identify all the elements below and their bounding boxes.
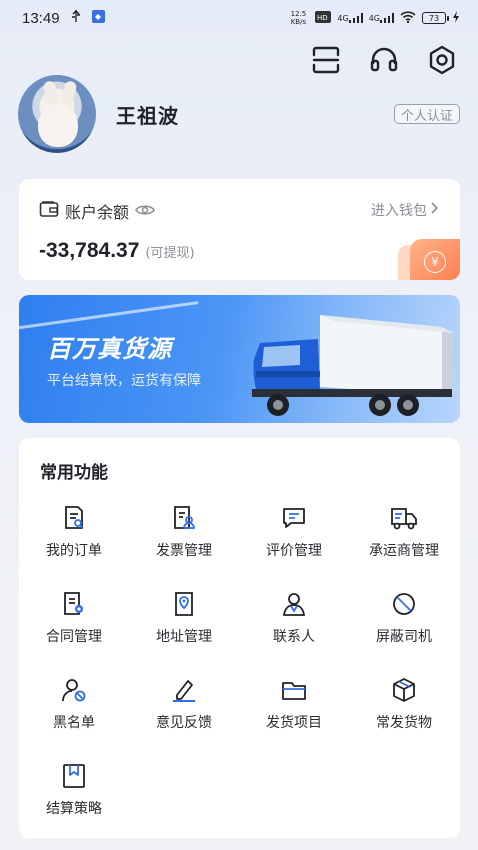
customer-service-icon[interactable]	[366, 42, 402, 78]
avatar[interactable]	[18, 75, 96, 153]
function-grid: 我的订单 发票管理 评价管理 承运商管理 合同管理 地址管理 联系人 屏蔽司机 …	[19, 504, 460, 822]
blacklist-icon	[60, 676, 88, 704]
username: 王祖波	[116, 103, 179, 128]
menu-label: 发货项目	[266, 715, 322, 731]
section-title: 常用功能	[40, 463, 108, 483]
menu-label: 联系人	[273, 629, 315, 645]
personal-cert-badge[interactable]: 个人认证	[393, 104, 460, 124]
project-icon	[280, 676, 308, 704]
menu-label: 屏蔽司机	[376, 629, 432, 645]
svg-text:HD: HD	[317, 14, 328, 22]
balance-card[interactable]: 账户余额 进入钱包 -33,784.37 (可提现) ¥	[19, 179, 460, 280]
menu-feedback[interactable]: 意见反馈	[129, 676, 239, 736]
net-speed: 12.5 KB/s	[290, 10, 307, 26]
usb-icon	[70, 9, 82, 27]
status-bar: 13:49 12.5 KB/s HD 4G 4G 73	[0, 0, 478, 36]
menu-label: 合同管理	[46, 629, 102, 645]
menu-settlement-strategy[interactable]: 结算策略	[19, 762, 129, 822]
balance-amount-row: -33,784.37 (可提现)	[39, 239, 195, 263]
address-icon	[170, 590, 198, 618]
review-icon	[280, 504, 308, 532]
contract-icon	[60, 590, 88, 618]
feedback-icon	[170, 676, 198, 704]
menu-carriers[interactable]: 承运商管理	[349, 504, 459, 564]
menu-label: 评价管理	[266, 543, 322, 559]
chevron-right-icon	[430, 202, 439, 218]
yuan-coin-icon: ¥	[424, 251, 446, 273]
scan-icon[interactable]	[308, 42, 344, 78]
wallet-link-label: 进入钱包	[371, 203, 427, 219]
banner-subtitle: 平台结算快，运货有保障	[47, 373, 201, 389]
menu-block-drivers[interactable]: 屏蔽司机	[349, 590, 459, 650]
invoice-icon	[170, 504, 198, 532]
menu-label: 结算策略	[46, 801, 102, 817]
contact-icon	[280, 590, 308, 618]
carrier-icon	[390, 504, 418, 532]
profile-header[interactable]: 王祖波 个人认证	[18, 74, 460, 154]
balance-amount: -33,784.37	[39, 239, 140, 262]
menu-common-cargo[interactable]: 常发货物	[349, 676, 459, 736]
menu-invoice[interactable]: 发票管理	[129, 504, 239, 564]
menu-label: 黑名单	[53, 715, 95, 731]
signal-1-icon: 4G	[337, 13, 363, 23]
promo-banner[interactable]: 百万真货源 平台结算快，运货有保障	[19, 295, 460, 423]
app-notification-icon	[91, 9, 105, 27]
balance-header: 账户余额	[39, 199, 155, 223]
wallet-icon	[39, 200, 59, 222]
menu-label: 常发货物	[376, 715, 432, 731]
menu-label: 地址管理	[156, 629, 212, 645]
withdrawable-hint: (可提现)	[145, 246, 195, 261]
enter-wallet-link[interactable]: 进入钱包	[371, 200, 439, 220]
menu-blacklist[interactable]: 黑名单	[19, 676, 129, 736]
order-icon	[60, 504, 88, 532]
battery-icon: 73	[422, 12, 449, 24]
wifi-icon	[400, 10, 416, 26]
menu-label: 我的订单	[46, 543, 102, 559]
signal-2-icon: 4G	[369, 13, 394, 23]
eye-icon[interactable]	[135, 202, 155, 221]
menu-reviews[interactable]: 评价管理	[239, 504, 349, 564]
menu-label: 发票管理	[156, 543, 212, 559]
block-icon	[390, 590, 418, 618]
truck-illustration	[252, 315, 454, 416]
charging-icon	[452, 10, 460, 26]
menu-label: 意见反馈	[156, 715, 212, 731]
hd-icon: HD	[315, 10, 332, 26]
menu-label: 承运商管理	[369, 543, 439, 559]
top-actions	[308, 42, 460, 78]
menu-shipping-projects[interactable]: 发货项目	[239, 676, 349, 736]
settlement-icon	[60, 762, 88, 790]
common-functions-panel: 常用功能 我的订单 发票管理 评价管理 承运商管理 合同管理 地址管理 联系人 …	[19, 438, 460, 838]
menu-contracts[interactable]: 合同管理	[19, 590, 129, 650]
menu-address[interactable]: 地址管理	[129, 590, 239, 650]
menu-my-orders[interactable]: 我的订单	[19, 504, 129, 564]
settings-icon[interactable]	[424, 42, 460, 78]
menu-contacts[interactable]: 联系人	[239, 590, 349, 650]
balance-title: 账户余额	[65, 203, 130, 222]
banner-title: 百万真货源	[47, 335, 172, 363]
cargo-icon	[390, 676, 418, 704]
status-time: 13:49	[22, 9, 60, 27]
